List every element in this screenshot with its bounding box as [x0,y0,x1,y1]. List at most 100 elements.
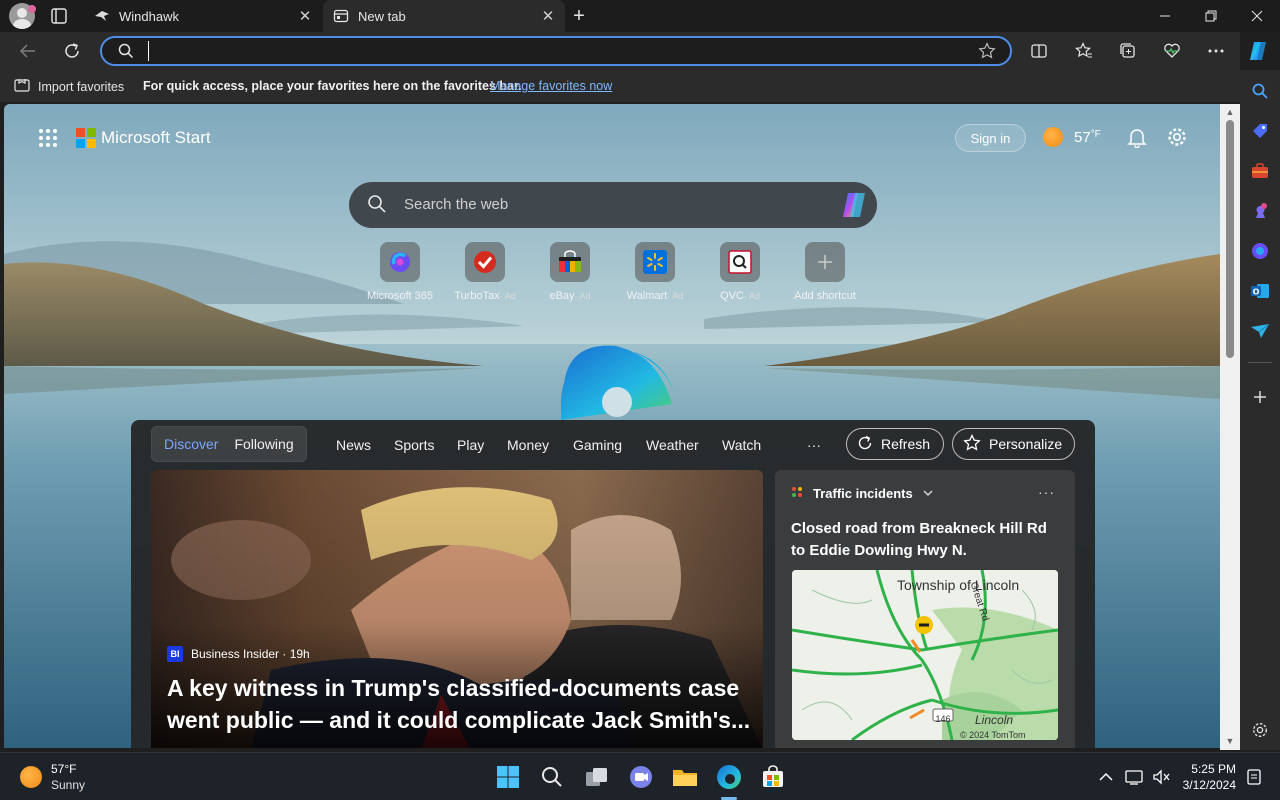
search-icon [118,43,134,64]
tab-title: New tab [358,8,406,24]
sidebar-settings-icon[interactable] [1248,718,1272,742]
sun-icon[interactable] [20,766,42,788]
drop-icon[interactable] [1248,319,1272,343]
search-icon[interactable] [1248,79,1272,103]
edge-browser-icon[interactable] [715,763,743,791]
microsoft-store-icon[interactable] [759,763,787,791]
show-hidden-icons-chevron-icon[interactable] [1096,767,1116,787]
sign-in-button[interactable]: Sign in [955,124,1026,152]
page-settings-gear-icon[interactable] [1166,126,1188,153]
traffic-light-icon [791,486,803,501]
favorite-star-icon[interactable] [978,42,996,65]
refresh-feed-button[interactable]: Refresh [846,428,944,460]
sun-icon[interactable] [1043,127,1063,147]
file-explorer-icon[interactable] [671,763,699,791]
quick-link-label: eBay [549,290,575,302]
manage-favorites-link[interactable]: Manage favorites now [490,79,612,93]
refresh-button[interactable] [58,38,86,64]
personalize-button[interactable]: Personalize [952,428,1075,460]
personalize-star-icon [963,433,981,455]
minimize-button[interactable] [1142,0,1188,32]
quick-link-microsoft-365[interactable]: Microsoft 365 [355,242,445,302]
scrollbar-thumb[interactable] [1226,120,1234,358]
news-feed: Discover Following News Sports Play Mone… [131,420,1095,748]
card-more-options-icon[interactable]: ··· [1038,484,1055,500]
quick-link-ebay[interactable]: eBay· Ad [525,242,615,302]
tab-discover[interactable]: Discover [156,436,226,452]
add-sidebar-app-icon[interactable] [1248,385,1272,409]
tab-actions-icon[interactable] [48,7,70,25]
split-screen-icon[interactable] [1025,38,1053,64]
network-icon[interactable] [1124,767,1144,787]
copilot-icon[interactable] [839,190,869,225]
close-tab-icon[interactable]: ✕ [537,5,559,27]
story-headline[interactable]: A key witness in Trump's classified-docu… [167,672,757,736]
tools-icon[interactable] [1248,159,1272,183]
outlook-icon[interactable]: O [1248,279,1272,303]
taskbar-weather-condition[interactable]: Sunny [51,778,85,792]
sidebar-divider [1248,362,1272,363]
windhawk-icon [94,8,110,24]
games-icon[interactable] [1248,199,1272,223]
tab-money[interactable]: Money [507,437,549,453]
traffic-incident-title[interactable]: Closed road from Breakneck Hill Rd to Ed… [791,518,1063,562]
collections-icon[interactable] [1114,38,1142,64]
tab-following[interactable]: Following [226,436,301,452]
apps-launcher-icon[interactable] [39,129,57,147]
close-window-button[interactable] [1234,0,1280,32]
tab-sports[interactable]: Sports [394,437,434,453]
traffic-incidents-card[interactable]: Traffic incidents ··· Closed road from B… [775,470,1075,748]
tab-title: Windhawk [119,8,179,24]
quick-link-add-shortcut[interactable]: Add shortcut [780,242,870,302]
more-tabs-button[interactable]: ··· [807,437,821,453]
speaker-muted-icon[interactable] [1151,767,1171,787]
taskbar-weather-temp[interactable]: 57°F [51,762,76,776]
hero-story-card[interactable]: BI Business Insider · 19h A key witness … [151,470,763,748]
search-icon[interactable] [538,763,566,791]
quick-link-qvc[interactable]: QVC· Ad [695,242,785,302]
restore-button[interactable] [1188,0,1234,32]
scroll-down-arrow-icon[interactable]: ▼ [1225,736,1235,746]
close-tab-icon[interactable]: ✕ [294,5,316,27]
microsoft-365-icon[interactable] [1248,239,1272,263]
tab-gaming[interactable]: Gaming [573,437,622,453]
tab-weather[interactable]: Weather [646,437,699,453]
clock-date: 3/12/2024 [1182,778,1236,792]
traffic-card-header[interactable]: Traffic incidents [791,486,933,501]
web-search-box[interactable]: Search the web [349,182,877,228]
traffic-map[interactable]: Township of Lincoln Great Rd 146 Lincoln… [792,570,1058,740]
brand-title[interactable]: Microsoft Start [101,128,211,148]
teams-chat-icon[interactable] [627,763,655,791]
quick-link-turbotax[interactable]: TurboTax· Ad [440,242,530,302]
tab-play[interactable]: Play [457,437,484,453]
start-windows-icon[interactable] [494,763,522,791]
import-favorites-icon [14,78,30,95]
tab-news[interactable]: News [336,437,371,453]
settings-more-icon[interactable] [1202,38,1230,64]
quick-link-walmart[interactable]: Walmart· Ad [610,242,700,302]
address-bar[interactable] [100,36,1012,66]
map-route-shield: 146 [935,714,951,724]
copilot-icon[interactable] [1244,38,1272,64]
task-view-icon[interactable] [583,763,611,791]
new-tab-button[interactable]: + [568,5,590,27]
walmart-spark-icon [635,242,675,282]
address-input[interactable] [148,41,968,61]
search-placeholder: Search the web [404,196,509,213]
shopping-tag-icon[interactable] [1248,119,1272,143]
traffic-card-title: Traffic incidents [813,486,913,501]
import-favorites-button[interactable]: Import favorites [14,78,124,95]
refresh-icon [857,435,873,454]
favorites-icon[interactable] [1070,38,1098,64]
weather-temperature[interactable]: 57°F [1074,129,1101,146]
back-button[interactable] [14,38,42,64]
browser-essentials-icon[interactable] [1158,38,1186,64]
tab-new-tab[interactable]: New tab ✕ [323,0,565,32]
taskbar-clock[interactable]: 5:25 PM 3/12/2024 [1182,761,1236,793]
page-scrollbar[interactable]: ▲ ▼ [1220,104,1240,750]
notifications-bell-icon[interactable] [1126,126,1148,153]
scroll-up-arrow-icon[interactable]: ▲ [1225,107,1235,117]
notifications-icon[interactable] [1244,767,1264,787]
tab-watch[interactable]: Watch [722,437,761,453]
tab-windhawk[interactable]: Windhawk ✕ [84,0,322,32]
